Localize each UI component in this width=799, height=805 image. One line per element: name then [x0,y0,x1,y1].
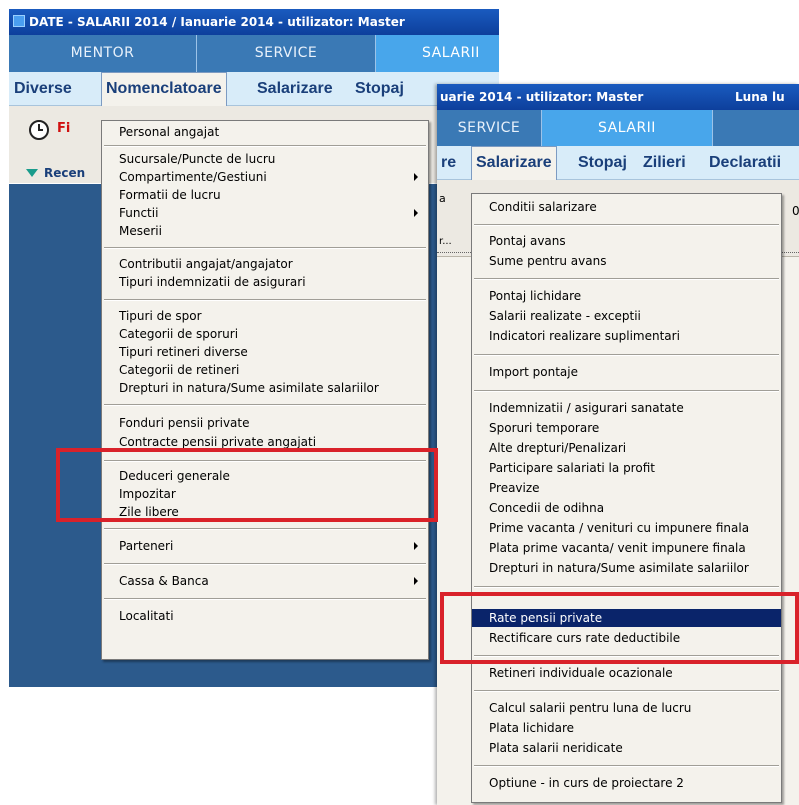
submenu-arrow-icon [414,173,418,181]
menu-separator [104,145,426,147]
submenu-arrow-icon [414,209,418,217]
menu-zilieri[interactable]: Zilieri [639,146,690,179]
module-tabs-2: SERVICE SALARII [437,110,799,146]
toolbar-label[interactable]: Fi [57,121,70,136]
menu-separator [104,563,426,565]
menu-item-drepturi-natura[interactable]: Drepturi in natura/Sume asimilate salari… [102,379,428,397]
window-1-title: DATE - SALARII 2014 / Ianuarie 2014 - ut… [29,15,405,29]
menu-item-plata-prime[interactable]: Plata prime vacanta/ venit impunere fina… [472,539,781,557]
submenu-arrow-icon [414,577,418,585]
menu-stopaj[interactable]: Stopaj [351,72,408,105]
menu-item-alte-drepturi[interactable]: Alte drepturi/Penalizari [472,439,781,457]
annotation-box-rate-pensii [440,592,799,664]
module-tabs: MENTOR SERVICE SALARII [9,35,499,72]
tab-salarii[interactable]: SALARII [376,35,499,72]
menu-separator [474,224,779,226]
clock-icon[interactable] [29,120,49,140]
menu-item-indicatori[interactable]: Indicatori realizare suplimentari [472,327,781,345]
salarizare-dropdown: Conditii salarizare Pontaj avans Sume pe… [471,193,782,803]
menu-item-meserii[interactable]: Meserii [102,222,428,240]
menu-item-localitati[interactable]: Localitati [102,607,428,625]
menu-item-tipuri-retineri[interactable]: Tipuri retineri diverse [102,343,428,361]
menu-item-parteneri[interactable]: Parteneri [102,537,428,555]
menu-item-personal-angajat[interactable]: Personal angajat [102,123,428,141]
menu-nomenclatoare[interactable]: Nomenclatoare [101,72,227,106]
menu-item-drepturi-natura-2[interactable]: Drepturi in natura/Sume asimilate salari… [472,559,781,577]
menu-item-plata-neridicate[interactable]: Plata salarii neridicate [472,739,781,757]
toolbar-2-fragment-b: r... [439,236,452,247]
triangle-down-icon [26,169,38,177]
window-2-title: uarie 2014 - utilizator: Master [440,90,644,104]
window-2-title-bar: uarie 2014 - utilizator: Master Luna lu [437,84,799,110]
menu-item-categorii-sporuri[interactable]: Categorii de sporuri [102,325,428,343]
annotation-box-pensii-nomenclatoare [56,448,438,522]
menu-item-calcul-salarii[interactable]: Calcul salarii pentru luna de lucru [472,699,781,717]
menu-item-optiune[interactable]: Optiune - in curs de proiectare 2 [472,774,781,792]
tab-service-2[interactable]: SERVICE [437,110,542,146]
menu-separator [104,528,426,530]
menu-separator [474,765,779,767]
menu-salarizare[interactable]: Salarizare [253,72,337,105]
menu-separator [474,278,779,280]
menu-item-pontaj-avans[interactable]: Pontaj avans [472,232,781,250]
tab-service[interactable]: SERVICE [197,35,376,72]
menu-separator [104,404,426,406]
app-icon [13,15,25,27]
menu-salarizare-2[interactable]: Salarizare [471,146,557,180]
menu-bar: Diverse Nomenclatoare Salarizare Stopaj [9,72,499,106]
toolbar-2-fragment-c: 0 [792,204,799,218]
menu-item-cassa-banca[interactable]: Cassa & Banca [102,572,428,590]
menu-stopaj-2[interactable]: Stopaj [574,146,631,179]
window-1-title-bar: DATE - SALARII 2014 / Ianuarie 2014 - ut… [9,9,499,35]
menu-item-tipuri-spor[interactable]: Tipuri de spor [102,307,428,325]
menu-separator [474,586,779,588]
menu-item-pontaj-lichidare[interactable]: Pontaj lichidare [472,287,781,305]
menu-item-sporuri-temporare[interactable]: Sporuri temporare [472,419,781,437]
menu-item-sucursale[interactable]: Sucursale/Puncte de lucru [102,150,428,168]
menu-item-contributii[interactable]: Contributii angajat/angajator [102,255,428,273]
menu-bar-2: re Salarizare Stopaj Zilieri Declaratii [437,146,799,180]
tab-next-module[interactable] [713,110,799,146]
submenu-arrow-icon [414,542,418,550]
menu-item-prime-vacanta[interactable]: Prime vacanta / venituri cu impunere fin… [472,519,781,537]
tab-salarii-2[interactable]: SALARII [542,110,713,146]
menu-separator [474,354,779,356]
menu-separator [104,299,426,301]
menu-item-categorii-retineri[interactable]: Categorii de retineri [102,361,428,379]
menu-item-import-pontaje[interactable]: Import pontaje [472,363,781,381]
menu-item-concedii[interactable]: Concedii de odihna [472,499,781,517]
menu-item-tipuri-indemnizatii[interactable]: Tipuri indemnizatii de asigurari [102,273,428,291]
menu-item-indemnizatii[interactable]: Indemnizatii / asigurari sanatate [472,399,781,417]
menu-item-functii[interactable]: Functii [102,204,428,222]
menu-separator [104,598,426,600]
menu-item-compartimente[interactable]: Compartimente/Gestiuni [102,168,428,186]
menu-separator [474,690,779,692]
menu-item-conditii-salarizare[interactable]: Conditii salarizare [472,198,781,216]
tab-mentor[interactable]: MENTOR [9,35,197,72]
menu-item-fonduri-pensii[interactable]: Fonduri pensii private [102,414,428,432]
window-2-title-right: Luna lu [735,90,785,104]
toolbar-2-fragment-a: a [439,192,446,205]
menu-item-retineri-individuale[interactable]: Retineri individuale ocazionale [472,664,781,682]
menu-item-plata-lichidare[interactable]: Plata lichidare [472,719,781,737]
menu-item-salarii-realizate[interactable]: Salarii realizate - exceptii [472,307,781,325]
menu-separator [104,247,426,249]
menu-item-sume-avans[interactable]: Sume pentru avans [472,252,781,270]
menu-diverse[interactable]: Diverse [10,72,76,105]
menu-declaratii[interactable]: Declaratii [705,146,785,179]
menu-fragment[interactable]: re [437,146,460,179]
recent-label[interactable]: Recen [44,166,85,180]
menu-item-formatii[interactable]: Formatii de lucru [102,186,428,204]
menu-item-preavize[interactable]: Preavize [472,479,781,497]
menu-item-participare-profit[interactable]: Participare salariati la profit [472,459,781,477]
nomenclatoare-dropdown: Personal angajat Sucursale/Puncte de luc… [101,120,429,660]
menu-separator [474,390,779,392]
